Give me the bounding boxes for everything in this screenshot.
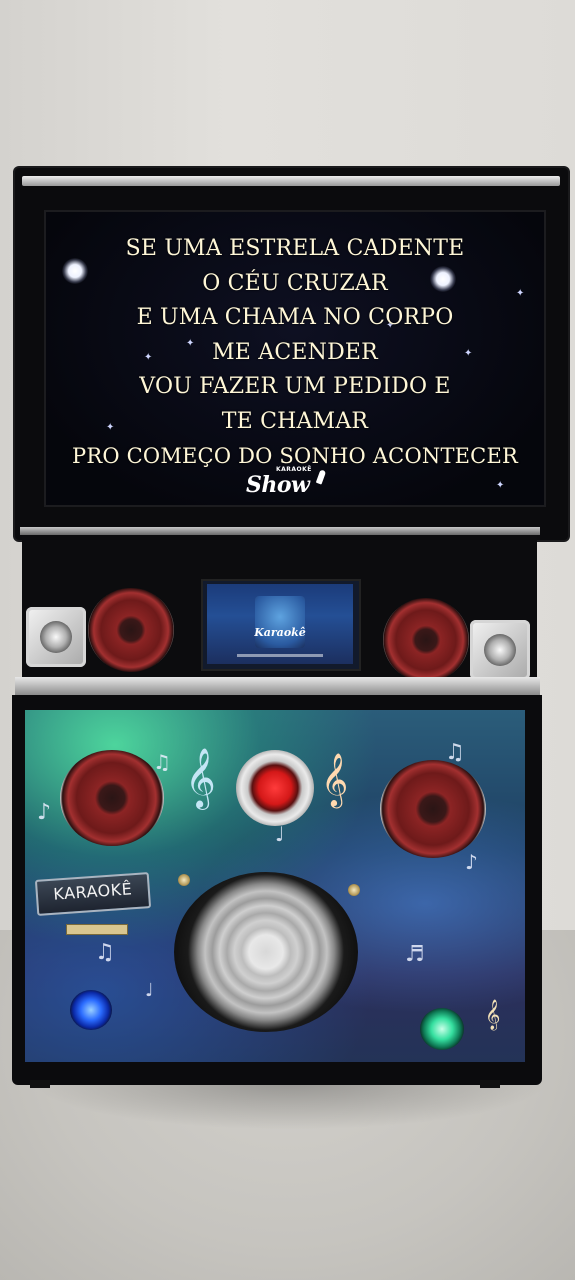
tablet-fine-print: [237, 654, 323, 657]
treble-clef-icon: 𝄞: [321, 752, 349, 806]
speaker-left-lower: [60, 750, 164, 846]
cabinet-foot: [30, 1080, 50, 1088]
karaoke-show-logo: KARAOKÊ Show: [246, 466, 336, 498]
lyrics-screen: ✦ ✦ ✦ ✦ ✦ ✦ ✦ SE UMA ESTRELA CADENTE O C…: [44, 210, 546, 507]
lyric-line: O CÉU CRUZAR: [202, 270, 388, 296]
tweeter-left: [26, 607, 86, 667]
subwoofer: [174, 872, 358, 1032]
music-note-icon: ♫: [153, 750, 171, 774]
horn-tweeter: [236, 750, 314, 826]
treble-clef-icon: 𝄞: [185, 748, 216, 808]
logo-script-text: Show: [246, 472, 310, 498]
tablet-title: Karaokê: [254, 626, 306, 639]
top-trim: [22, 176, 560, 186]
music-note-icon: ♩: [145, 980, 154, 1001]
microphone-icon: [315, 469, 327, 485]
lyric-line: TE CHAMAR: [221, 408, 369, 434]
tweeter-core: [40, 621, 72, 653]
music-note-icon: ♪: [465, 850, 478, 874]
music-note-icon: ♪: [37, 800, 52, 825]
karaoke-app-logo: [255, 596, 305, 648]
blue-light-button[interactable]: [70, 990, 112, 1030]
mid-trim: [20, 527, 540, 535]
screw: [348, 884, 360, 896]
screw: [178, 874, 190, 886]
tweeter-core: [484, 634, 516, 666]
star-icon: ✦: [496, 480, 505, 491]
lyric-line: VOU FAZER UM PEDIDO E: [139, 374, 451, 399]
speaker-right-upper: [383, 598, 469, 682]
music-note-icon: 𝄞: [485, 1000, 501, 1030]
lower-trim: [15, 677, 540, 695]
tweeter-right: [470, 620, 530, 680]
small-plate: [66, 924, 128, 935]
touch-screen[interactable]: Karaokê: [201, 579, 361, 671]
music-note-icon: ♫: [95, 940, 115, 965]
karaoke-sign-text: KARAOKÊ: [52, 879, 133, 904]
lyrics-block: SE UMA ESTRELA CADENTE O CÉU CRUZAR E UM…: [46, 232, 544, 474]
lyric-line: ME ACENDER: [212, 339, 378, 365]
lyric-line: E UMA CHAMA NO CORPO: [136, 305, 454, 330]
speaker-left-upper: [88, 588, 174, 672]
cabinet-foot: [480, 1080, 500, 1088]
touch-screen-display: Karaokê: [207, 584, 353, 664]
music-note-icon: ♬: [405, 942, 425, 967]
lyric-line: SE UMA ESTRELA CADENTE: [125, 236, 465, 261]
speaker-right-lower: [380, 760, 486, 858]
green-light-button[interactable]: [420, 1008, 464, 1050]
